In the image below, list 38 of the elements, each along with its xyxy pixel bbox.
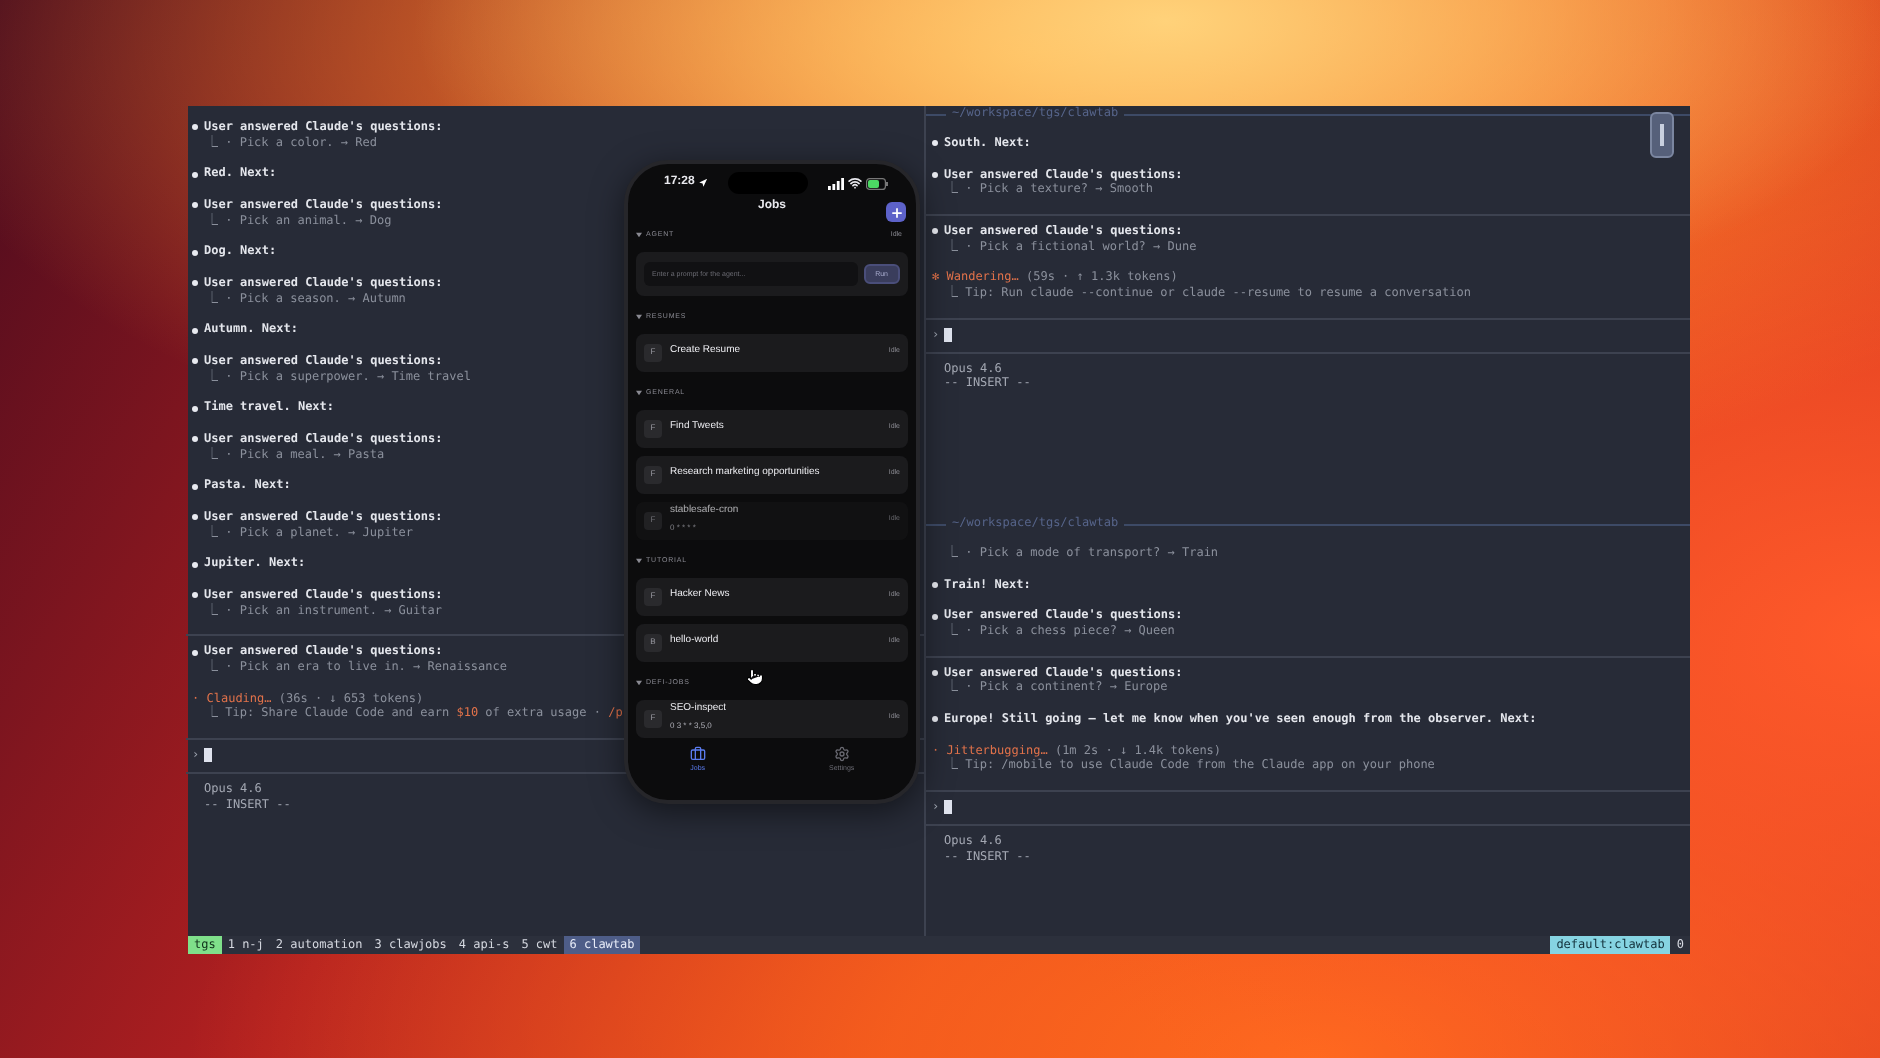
caret-icon[interactable] [636, 680, 642, 686]
bullet-icon [192, 171, 198, 178]
battery-icon [865, 177, 888, 189]
bullet-icon [192, 561, 198, 568]
bullet-icon [932, 716, 938, 723]
bullet-icon [192, 436, 198, 443]
bullet-icon [192, 592, 198, 599]
hand-cursor-icon [746, 668, 764, 686]
bullet-icon [192, 514, 198, 521]
bullet-icon [932, 581, 938, 588]
bullet-icon [932, 140, 938, 147]
wifi-icon [847, 176, 862, 190]
caret-icon[interactable] [636, 314, 642, 320]
bullet-icon [932, 228, 938, 235]
bullet-icon [192, 327, 198, 334]
bullet-icon [192, 649, 198, 656]
briefcase-icon [689, 745, 706, 761]
caret-icon[interactable] [636, 232, 642, 238]
bullet-icon [932, 669, 938, 676]
bullet-icon [932, 171, 938, 178]
text-cursor [943, 328, 952, 343]
scroll-indicator-icon [1650, 112, 1674, 158]
bullet-icon [192, 280, 198, 287]
location-arrow-icon [698, 177, 709, 188]
text-cursor [203, 748, 212, 763]
bullet-icon [932, 613, 938, 620]
signal-icon [827, 177, 844, 189]
bullet-icon [192, 483, 198, 490]
caret-icon[interactable] [636, 390, 642, 396]
bullet-icon [192, 202, 198, 209]
bullet-icon [192, 358, 198, 365]
caret-icon[interactable] [636, 558, 642, 564]
settings-icon [833, 745, 850, 761]
bullet-icon [192, 249, 198, 256]
bullet-icon [192, 124, 198, 131]
text-cursor [943, 800, 952, 815]
bullet-icon [192, 405, 198, 412]
add-button[interactable] [886, 202, 906, 222]
